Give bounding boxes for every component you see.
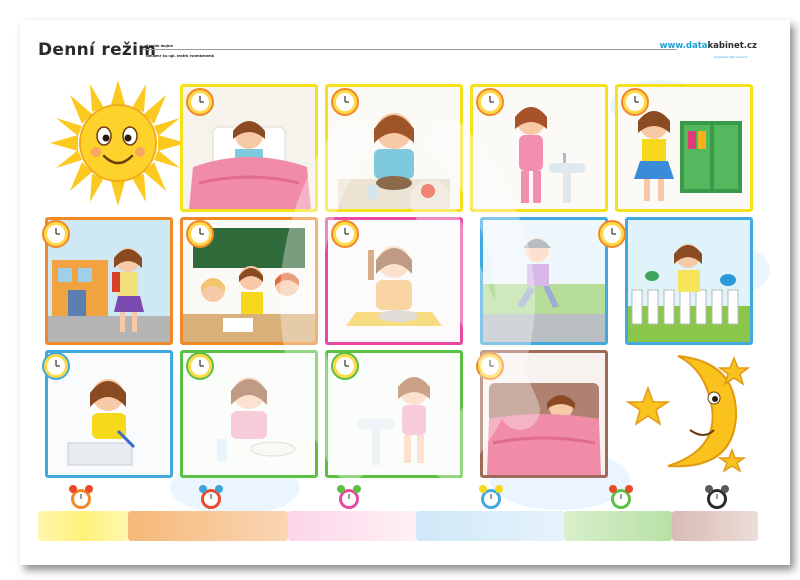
time-strip-green[interactable] — [564, 511, 672, 541]
activity-card-playing-with-birds — [625, 217, 753, 345]
clock-icon — [331, 220, 359, 248]
clock-icon — [186, 220, 214, 248]
activity-card-skating — [480, 217, 608, 345]
brand-prefix: www.data — [659, 41, 708, 51]
alarm-clock-icon — [199, 485, 223, 509]
clock-icon — [331, 88, 359, 116]
moon-icon — [625, 355, 751, 473]
time-strip-yellow[interactable] — [38, 511, 128, 541]
brand-suffix: kabinet.cz — [707, 41, 757, 51]
sun-icon — [50, 80, 186, 206]
worksheet-page: Denní režim Saujnk mujne Nmkenr ku sgl. … — [20, 20, 790, 565]
time-strip-pink[interactable] — [288, 511, 416, 541]
time-strip-brown[interactable] — [672, 511, 758, 541]
alarm-clock-icon — [69, 485, 93, 509]
brand-link[interactable]: www.datakabinet.cz — [660, 41, 757, 51]
meta-line-1: Saujnk mujne — [146, 44, 173, 48]
clock-icon — [42, 352, 70, 380]
alarm-clock-icon — [705, 485, 729, 509]
time-strip-orange[interactable] — [128, 511, 288, 541]
brand-subtitle: Anjmnknk Kiln Anmnd — [713, 55, 747, 59]
header-divider — [142, 49, 677, 50]
page-title: Denní režim — [38, 40, 157, 60]
clock-icon — [476, 88, 504, 116]
clock-icon — [598, 220, 626, 248]
clock-icon — [42, 220, 70, 248]
alarm-clock-icon — [337, 485, 361, 509]
clock-icon — [186, 88, 214, 116]
clock-icon — [621, 88, 649, 116]
birds-illustration — [628, 220, 750, 342]
meta-line-2: Nmkenr ku sgl. mstrk rsnmkmnmk — [146, 54, 215, 58]
clock-icon — [331, 352, 359, 380]
clock-icon — [476, 352, 504, 380]
clock-icon — [186, 352, 214, 380]
alarm-clock-icon — [609, 485, 633, 509]
skating-illustration — [483, 220, 605, 342]
alarm-clock-icon — [479, 485, 503, 509]
time-strip-blue[interactable] — [416, 511, 564, 541]
header: Denní režim Saujnk mujne Nmkenr ku sgl. … — [20, 20, 790, 80]
